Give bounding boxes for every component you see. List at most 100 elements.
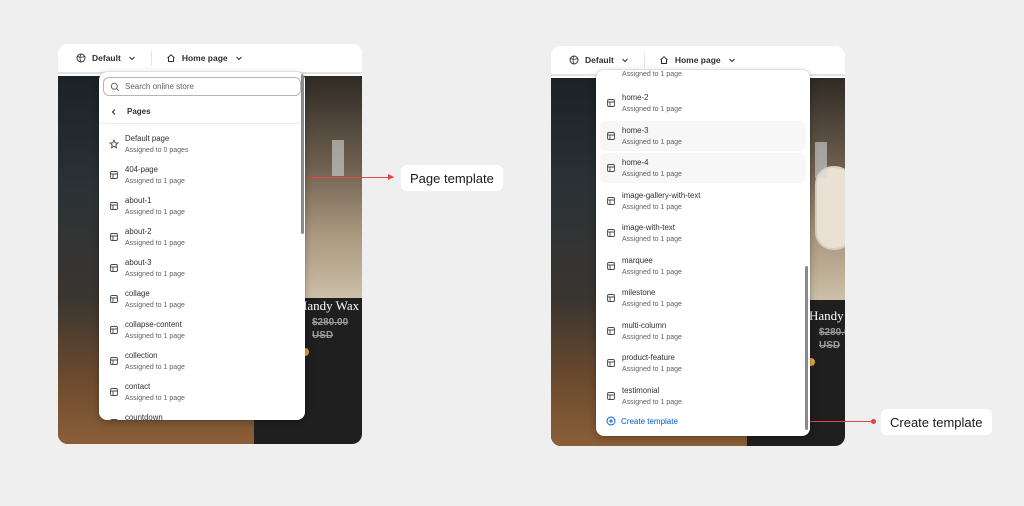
template-icon	[606, 193, 616, 205]
item-name: product-feature	[622, 353, 675, 362]
template-icon	[606, 258, 616, 270]
callout-create-template: Create template	[881, 409, 992, 435]
template-list: Default page Assigned to 0 pages 404-page…	[99, 124, 305, 420]
theme-label: Default	[92, 53, 121, 63]
page-label: Home page	[674, 55, 721, 65]
list-item[interactable]: Default page Assigned to 0 pages	[99, 129, 305, 160]
list-item[interactable]: collection Assigned to 1 page	[99, 346, 305, 377]
item-name: collapse-content	[125, 320, 182, 329]
create-template-button[interactable]: Create template	[606, 416, 678, 426]
template-icon	[606, 95, 616, 107]
callout-page-template: Page template	[401, 165, 503, 191]
item-assignment: Assigned to 1 page	[125, 271, 185, 278]
template-icon	[109, 322, 119, 334]
template-icon	[109, 415, 119, 420]
back-to-categories[interactable]: Pages	[99, 100, 305, 124]
item-assignment: Assigned to 1 page	[125, 364, 185, 371]
search-input[interactable]	[125, 82, 285, 91]
item-name: Default page	[125, 134, 170, 143]
template-icon	[109, 229, 119, 241]
home-icon	[659, 55, 669, 65]
template-icon	[606, 160, 616, 172]
item-assignment: Assigned to 1 page	[125, 395, 185, 402]
item-assignment: Assigned to 1 page	[125, 302, 185, 309]
page-selector[interactable]: Home page	[166, 53, 244, 63]
topbar-divider	[643, 53, 645, 67]
scrollbar[interactable]	[805, 266, 808, 430]
chevron-down-icon	[234, 53, 244, 63]
template-icon	[109, 291, 119, 303]
topbar-divider	[150, 51, 152, 65]
chevron-down-icon	[127, 53, 137, 63]
item-assignment: Assigned to 1 page	[622, 236, 682, 243]
price-currency: USD	[819, 340, 841, 351]
globe-icon	[76, 53, 86, 63]
list-item[interactable]: about-2 Assigned to 1 page	[99, 222, 305, 253]
list-item[interactable]: milestone Assigned to 1 page	[596, 283, 810, 316]
item-assignment: Assigned to 1 page	[125, 333, 185, 340]
scrollbar[interactable]	[301, 74, 304, 234]
template-dropdown-right: Assigned to 1 page home-2 Assigned to 1 p…	[596, 70, 810, 436]
product-title: Handy Wax	[298, 298, 360, 313]
list-item[interactable]: collapse-content Assigned to 1 page	[99, 315, 305, 346]
page-selector[interactable]: Home page	[659, 55, 737, 65]
template-icon	[606, 290, 616, 302]
item-assignment: Assigned to 1 page	[125, 209, 185, 216]
list-item[interactable]: multi-column Assigned to 1 page	[596, 316, 810, 349]
item-name: home-4	[622, 158, 649, 167]
theme-label: Default	[585, 55, 614, 65]
list-item[interactable]: countdown	[99, 408, 305, 420]
search-box[interactable]	[103, 77, 301, 96]
item-name: collage	[125, 289, 150, 298]
template-icon	[606, 388, 616, 400]
list-item[interactable]: image-with-text Assigned to 1 page	[596, 218, 810, 251]
list-item[interactable]: marquee Assigned to 1 page	[596, 251, 810, 284]
editor-topbar: Default Home page	[58, 44, 362, 74]
section-title: Pages	[127, 107, 151, 116]
globe-icon	[569, 55, 579, 65]
template-list: home-2 Assigned to 1 page home-3 Assigned …	[596, 82, 810, 413]
template-icon	[109, 260, 119, 272]
item-assignment: Assigned to 1 page	[622, 106, 682, 113]
item-name: image-with-text	[622, 223, 675, 232]
item-assignment: Assigned to 1 page	[622, 171, 682, 178]
item-name: testimonial	[622, 385, 660, 395]
item-name: collection	[125, 351, 158, 360]
item-assignment: Assigned to 1 page	[622, 398, 682, 406]
star-icon	[108, 136, 120, 149]
theme-selector[interactable]: Default	[569, 55, 630, 65]
list-item[interactable]: product-feature Assigned to 1 page	[596, 348, 810, 381]
theme-selector[interactable]: Default	[76, 53, 137, 63]
product-image	[805, 78, 845, 300]
item-assignment: Assigned to 1 page	[622, 366, 682, 373]
chevron-down-icon	[620, 55, 630, 65]
template-icon	[109, 384, 119, 396]
product-title: Handy W	[809, 308, 845, 323]
item-assignment: Assigned to 1 page	[622, 301, 682, 308]
item-assignment: Assigned to 1 page	[125, 178, 185, 185]
item-name: countdown	[125, 413, 163, 420]
item-name: 404-page	[125, 165, 158, 174]
list-item[interactable]: about-3 Assigned to 1 page	[99, 253, 305, 284]
list-item[interactable]: home-3 Assigned to 1 page	[600, 120, 806, 151]
list-item[interactable]: collage Assigned to 1 page	[99, 284, 305, 315]
template-icon	[606, 225, 616, 237]
item-name: marquee	[622, 255, 653, 265]
list-item[interactable]: home-2 Assigned to 1 page	[596, 88, 810, 121]
template-icon	[109, 198, 119, 210]
arrow-head	[388, 174, 394, 180]
item-name: about-1	[125, 196, 152, 205]
template-icon	[109, 353, 119, 365]
product-price: $280.00 USD	[819, 326, 845, 352]
list-item[interactable]: testimonial Assigned to 1 page	[596, 381, 810, 414]
list-item[interactable]: home-4 Assigned to 1 page	[600, 153, 806, 183]
list-item[interactable]: contact Assigned to 1 page	[99, 377, 305, 408]
item-name: image-gallery-with-text	[622, 190, 701, 200]
list-item[interactable]: about-1 Assigned to 1 page	[99, 191, 305, 222]
item-name: milestone	[622, 288, 656, 297]
list-item[interactable]: image-gallery-with-text Assigned to 1 pag…	[596, 186, 810, 219]
list-item[interactable]: 404-page Assigned to 1 page	[99, 160, 305, 191]
plus-circle-icon	[606, 416, 616, 426]
template-icon	[606, 128, 616, 140]
page-label: Home page	[181, 53, 228, 63]
